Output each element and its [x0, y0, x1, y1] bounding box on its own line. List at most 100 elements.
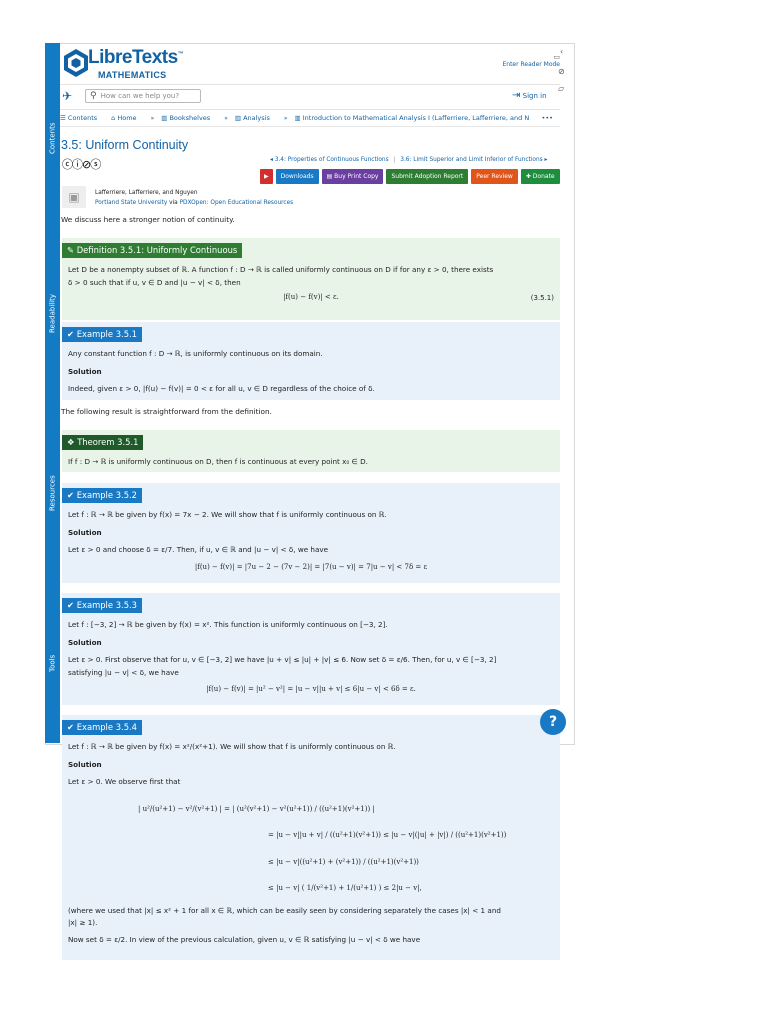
peer-review-button[interactable]: Peer Review [471, 169, 518, 184]
sign-in-label: Sign in [522, 92, 547, 100]
definition-text: δ > 0 such that if u, v ∈ D and |u − v| … [68, 277, 241, 287]
breadcrumb-analysis[interactable]: ▥ Analysis [235, 114, 277, 122]
transition-text: The following result is straightforward … [61, 407, 272, 416]
solution-label: Solution [68, 527, 102, 537]
sidebar-tab-tools[interactable]: Tools [45, 643, 60, 683]
theorem-content: If f : D → ℝ is uniformly continuous on … [62, 450, 560, 473]
sa-icon: ⓢ [90, 158, 101, 171]
source-link[interactable]: PDXOpen: Open Educational Resources [180, 200, 294, 206]
example-content: Let f : ℝ → ℝ be given by f(x) = 7x − 2.… [62, 503, 560, 579]
cc-icon: ⓒ [62, 158, 73, 171]
check-icon: ✔ [67, 600, 75, 610]
sign-in-icon: ⇥ [512, 90, 521, 101]
hide-icon[interactable]: ⊘ [558, 67, 565, 76]
breadcrumb: ☰ Contents ⌂ Home » ▥ Bookshelves » ▥ An… [60, 110, 560, 127]
sidebar-tab-readability[interactable]: Readability [45, 283, 60, 343]
author-avatar: ▣ [62, 186, 86, 208]
solution-text: |x| ≥ 1). [68, 918, 98, 927]
page-title: 3.5: Uniform Continuity [61, 138, 189, 152]
author-names: Lafferriere, Lafferriere, and Nguyen [95, 190, 198, 196]
breadcrumb-separator: » [283, 114, 288, 122]
theorem-text: If f : D → ℝ is uniformly continuous on … [68, 457, 368, 466]
example-equation: = |u − v||u + v| / ((u²+1)(v²+1)) ≤ |u −… [268, 831, 507, 839]
definition-content: Let D be a nonempty subset of ℝ. A funct… [62, 258, 560, 310]
example-equation: |f(u) − f(v)| = |7u − 2 − (7v − 2)| = |7… [194, 562, 428, 571]
next-page-link[interactable]: 3.6: Limit Superior and Limit Inferior o… [400, 157, 547, 163]
example-text: Let f : [−3, 2] → ℝ be given by f(x) = x… [68, 620, 388, 629]
search-input[interactable]: ⚲ How can we help you? [85, 89, 201, 103]
example-equation: | u²/(u²+1) − v²/(v²+1) | = | (u²(v²+1) … [138, 804, 375, 813]
launch-icon[interactable]: ✈ [62, 89, 72, 103]
example-text: Let f : ℝ → ℝ be given by f(x) = 7x − 2.… [68, 510, 387, 519]
breadcrumb-separator: » [150, 114, 155, 122]
author-source: Portland State University via PDXOpen: O… [95, 198, 293, 208]
solution-text: satisfying |u − v| < δ, we have [68, 667, 179, 677]
libretexts-logo-icon[interactable] [63, 48, 89, 78]
check-icon: ✔ [67, 722, 75, 732]
solution-text: (where we used that |x| ≤ x² + 1 for all… [68, 905, 501, 915]
check-icon: ✔ [67, 329, 75, 339]
book-icon: ▤ [326, 173, 333, 180]
left-sidebar: Contents Readability Resources Tools [45, 43, 60, 743]
buy-print-button[interactable]: ▤ Buy Print Copy [321, 169, 384, 184]
example-box: ✔ Example 3.5.4 Let f : ℝ → ℝ be given b… [62, 715, 560, 960]
example-header: ✔ Example 3.5.2 [62, 488, 143, 503]
example-content: Let f : ℝ → ℝ be given by f(x) = x²/(x²+… [62, 735, 560, 950]
breadcrumb-bookshelves[interactable]: ▥ Bookshelves [161, 114, 217, 122]
solution-text: Indeed, given ε > 0, |f(u) − f(v)| = 0 <… [68, 384, 375, 393]
solution-text: Now set δ = ε/2. In view of the previous… [68, 934, 421, 944]
example-equation: |f(u) − f(v)| = |u² − v²| = |u − v||u + … [206, 685, 416, 693]
solution-label: Solution [68, 759, 102, 769]
solution-text: Let ε > 0. We observe first that [68, 777, 181, 786]
example-header: ✔ Example 3.5.4 [62, 720, 143, 735]
heart-icon: ✚ [525, 173, 531, 180]
by-icon: ⓘ [72, 158, 83, 171]
breadcrumb-separator: » [224, 114, 228, 122]
example-text: Any constant function f : D → ℝ, is unif… [68, 349, 323, 358]
nav-divider: | [393, 157, 396, 163]
chapter-nav: ◂ 3.4: Properties of Continuous Function… [270, 157, 547, 163]
header: LibreTexts™ MATHEMATICS ▭ Enter Reader M… [60, 43, 560, 85]
logo-row: LibreTexts™ MATHEMATICS ▭ Enter Reader M… [60, 43, 560, 85]
logo-text[interactable]: LibreTexts™ [88, 47, 184, 69]
definition-equation: |f(u) − f(v)| < ε. [283, 293, 339, 301]
example-header: ✔ Example 3.5.3 [62, 598, 143, 613]
via-text: via [167, 200, 180, 206]
reader-mode-button[interactable]: ▭ Enter Reader Mode [500, 53, 560, 68]
nc-icon: ⊘ [82, 158, 91, 171]
example-header: ✔ Example 3.5.1 [62, 327, 143, 342]
solution-label: Solution [68, 366, 102, 376]
help-button[interactable]: ? [540, 709, 566, 735]
solution-text: Let ε > 0 and choose δ = ε/7. Then, if u… [68, 545, 329, 554]
sidebar-tab-contents[interactable]: Contents [45, 113, 60, 163]
action-buttons: ▶ Downloads ▤ Buy Print Copy Submit Adop… [260, 169, 560, 184]
example-content: Any constant function f : D → ℝ, is unif… [62, 342, 560, 400]
youtube-button[interactable]: ▶ [260, 169, 273, 184]
breadcrumb-contents[interactable]: ☰ Contents [60, 114, 104, 122]
search-placeholder: How can we help you? [100, 92, 180, 100]
sidebar-tab-resources[interactable]: Resources [45, 463, 60, 523]
intro-text: We discuss here a stronger notion of con… [61, 215, 235, 224]
breadcrumb-more[interactable]: ••• [541, 114, 553, 122]
license-icons[interactable]: ⓒⓘ⊘ⓢ [62, 156, 101, 172]
prev-page-link[interactable]: ◂ 3.4: Properties of Continuous Function… [270, 157, 389, 163]
definition-box: ✎ Definition 3.5.1: Uniformly Continuous… [62, 238, 560, 320]
pencil-icon: ✎ [67, 245, 75, 255]
reader-mode-label: Enter Reader Mode [502, 61, 560, 68]
solution-label: Solution [68, 637, 102, 647]
breadcrumb-book[interactable]: ▥ Introduction to Mathematical Analysis … [295, 114, 530, 122]
breadcrumb-home[interactable]: ⌂ Home [111, 114, 143, 122]
example-equation: ≤ |u − v|((u²+1) + (v²+1)) / ((u²+1)(v²+… [268, 857, 419, 866]
check-icon: ✔ [67, 490, 75, 500]
definition-text: Let D be a nonempty subset of ℝ. A funct… [68, 265, 494, 274]
donate-button[interactable]: ✚ Donate [520, 169, 560, 184]
search-row: ✈ ⚲ How can we help you? ⇥ Sign in [60, 84, 560, 110]
downloads-button[interactable]: Downloads [275, 169, 319, 184]
example-box: ✔ Example 3.5.1 Any constant function f … [62, 322, 560, 400]
collapse-chevron-icon[interactable]: ‹ [560, 47, 563, 56]
sign-in-button[interactable]: ⇥ Sign in [512, 90, 547, 101]
institution-link[interactable]: Portland State University [95, 200, 167, 206]
theorem-box: ❖ Theorem 3.5.1 If f : D → ℝ is uniforml… [62, 430, 560, 472]
adoption-report-button[interactable]: Submit Adoption Report [386, 169, 469, 184]
example-equation: ≤ |u − v| ( 1/(v²+1) + 1/(u²+1) ) ≤ 2|u … [268, 884, 422, 892]
